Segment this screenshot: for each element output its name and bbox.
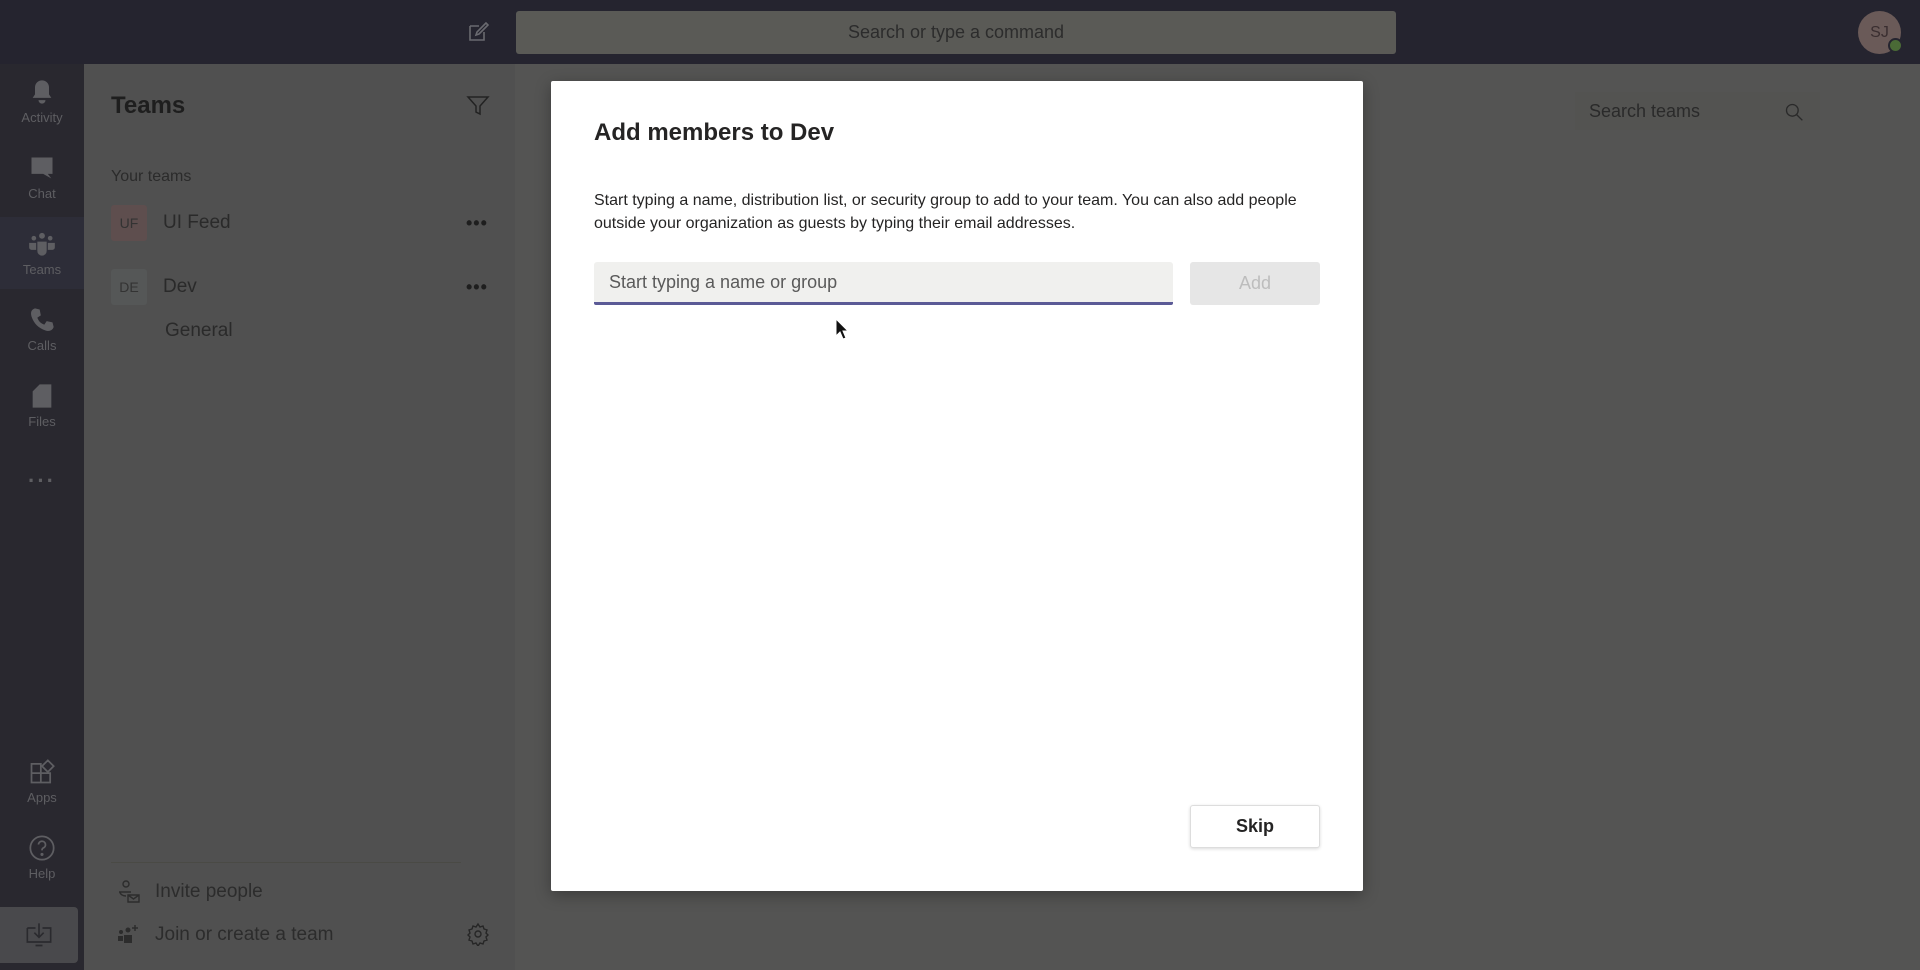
skip-button[interactable]: Skip (1190, 805, 1320, 848)
rail-apps[interactable]: Apps (0, 745, 84, 817)
teams-icon (29, 232, 55, 256)
member-search-input[interactable] (594, 262, 1173, 305)
download-app-button[interactable] (0, 907, 78, 963)
team-name: Dev (163, 276, 197, 297)
team-avatar: DE (111, 269, 147, 305)
download-icon (26, 923, 52, 947)
chat-icon (31, 157, 53, 178)
more-options-icon[interactable]: ••• (466, 277, 488, 298)
rail-calls[interactable]: Calls (0, 293, 84, 365)
rail-help[interactable]: Help (0, 821, 84, 893)
compose-icon[interactable] (466, 20, 490, 44)
team-name: UI Feed (163, 212, 231, 233)
join-create-team-button[interactable]: Join or create a team (117, 921, 333, 949)
command-search-box[interactable]: Search or type a command (516, 11, 1396, 54)
settings-gear-icon[interactable] (466, 922, 490, 951)
search-icon (1785, 103, 1803, 121)
phone-icon (31, 307, 54, 331)
invite-icon (119, 880, 140, 903)
team-dev[interactable]: DE Dev ••• (111, 269, 501, 305)
app-rail: Activity Chat Teams Calls Files ··· Apps… (0, 64, 84, 970)
your-teams-label: Your teams (111, 168, 192, 185)
search-teams-input[interactable]: Search teams (1575, 92, 1820, 130)
rail-chat[interactable]: Chat (0, 141, 84, 213)
add-button[interactable]: Add (1190, 262, 1320, 305)
add-members-dialog: Add members to Dev Start typing a name, … (551, 81, 1363, 891)
filter-icon[interactable] (466, 94, 490, 123)
dialog-title: Add members to Dev (594, 119, 835, 146)
teams-panel: Teams Your teams UF UI Feed ••• DE Dev •… (84, 64, 515, 970)
rail-teams[interactable]: Teams (0, 217, 84, 289)
rail-files[interactable]: Files (0, 369, 84, 441)
channel-general[interactable]: General (165, 320, 233, 342)
top-bar: Search or type a command SJ (0, 0, 1920, 64)
rail-more[interactable]: ··· (0, 445, 84, 517)
mouse-cursor-icon (835, 318, 849, 340)
dialog-description: Start typing a name, distribution list, … (594, 192, 1297, 232)
rail-activity[interactable]: Activity (0, 65, 84, 137)
more-icon: ··· (28, 468, 56, 493)
presence-indicator (1888, 38, 1903, 53)
team-ui-feed[interactable]: UF UI Feed ••• (111, 205, 501, 241)
divider (111, 862, 461, 863)
more-options-icon[interactable]: ••• (466, 213, 488, 234)
team-avatar: UF (111, 205, 147, 241)
join-team-icon (118, 925, 138, 943)
file-icon (32, 383, 52, 408)
panel-title: Teams (111, 92, 186, 119)
apps-icon (30, 758, 55, 783)
help-icon (29, 834, 55, 861)
bell-icon (32, 79, 52, 104)
invite-people-button[interactable]: Invite people (117, 878, 263, 906)
